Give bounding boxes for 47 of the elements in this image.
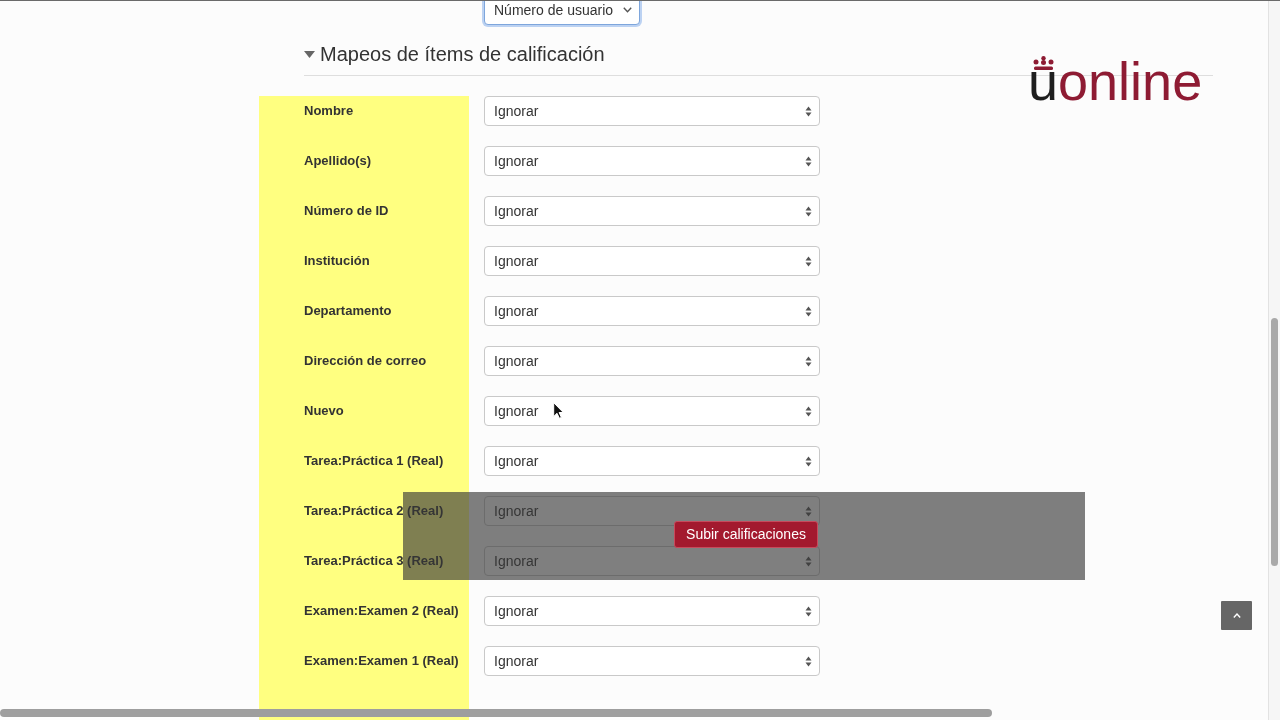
- grade-item-select[interactable]: Ignorar: [484, 346, 820, 376]
- logo-letter: u: [1028, 71, 1059, 100]
- grade-item-select[interactable]: Ignorar: [484, 296, 820, 326]
- up-down-arrows-icon: [805, 555, 812, 567]
- field-label: Nombre: [304, 103, 354, 118]
- crown-icon: [1033, 56, 1054, 70]
- field-label: Dirección de correo: [304, 353, 427, 368]
- back-to-top-button[interactable]: [1221, 601, 1252, 630]
- up-down-arrows-icon: [805, 355, 812, 367]
- up-down-arrows-icon: [805, 655, 812, 667]
- up-down-arrows-icon: [805, 505, 812, 517]
- up-down-arrows-icon: [805, 305, 812, 317]
- mouse-pointer-icon: [553, 402, 564, 419]
- up-down-arrows-icon: [805, 455, 812, 467]
- vertical-scrollbar[interactable]: [1271, 318, 1278, 566]
- up-down-arrows-icon: [805, 405, 812, 417]
- field-label: Tarea:Práctica 3 (Real): [304, 553, 444, 568]
- section-heading[interactable]: Mapeos de ítems de calificación: [320, 40, 605, 68]
- chevron-down-icon: [623, 7, 632, 13]
- submit-button[interactable]: Subir calificaciones: [674, 520, 818, 548]
- grade-item-select[interactable]: Ignorar: [484, 196, 820, 226]
- mapping-select[interactable]: Número de usuario: [484, 0, 640, 25]
- grade-item-select[interactable]: Ignorar: [484, 446, 820, 476]
- grade-item-select[interactable]: Ignorar: [484, 646, 820, 676]
- grade-item-select[interactable]: Ignorar: [484, 246, 820, 276]
- up-down-arrows-icon: [805, 255, 812, 267]
- up-down-arrows-icon: [805, 205, 812, 217]
- field-label: Examen:Examen 1 (Real): [304, 653, 459, 668]
- field-label: Tarea:Práctica 2 (Real): [304, 503, 444, 518]
- caret-down-icon[interactable]: [304, 50, 315, 58]
- up-down-arrows-icon: [805, 155, 812, 167]
- chevron-up-icon: [1232, 613, 1241, 618]
- horizontal-scrollbar[interactable]: [0, 709, 992, 717]
- logo-wordmark: online: [1058, 54, 1203, 108]
- grade-item-select[interactable]: Ignorar: [484, 146, 820, 176]
- field-label: Número de ID: [304, 203, 389, 218]
- field-label: Nuevo: [304, 403, 344, 418]
- grade-item-select[interactable]: Ignorar: [484, 396, 820, 426]
- field-label: Institución: [304, 253, 370, 268]
- up-down-arrows-icon: [805, 105, 812, 117]
- field-label: Examen:Examen 2 (Real): [304, 603, 459, 618]
- grade-item-select[interactable]: Ignorar: [484, 96, 820, 126]
- field-label: Departamento: [304, 303, 392, 318]
- field-label: Apellido(s): [304, 153, 372, 168]
- grade-item-select[interactable]: Ignorar: [484, 596, 820, 626]
- up-down-arrows-icon: [805, 605, 812, 617]
- field-label: Tarea:Práctica 1 (Real): [304, 453, 444, 468]
